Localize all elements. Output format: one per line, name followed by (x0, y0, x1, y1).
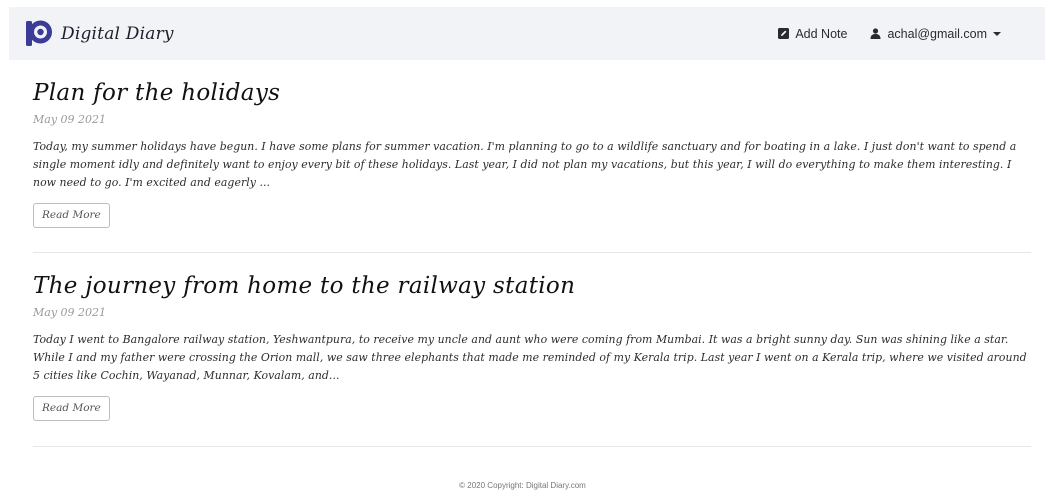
read-more-button[interactable]: Read More (33, 396, 110, 421)
user-icon (870, 28, 881, 39)
add-note-label: Add Note (795, 26, 848, 41)
nav-actions: Add Note achal@gmail.com (778, 7, 1001, 60)
user-email: achal@gmail.com (887, 26, 987, 41)
post-card: The journey from home to the railway sta… (33, 253, 1031, 447)
post-date: May 09 2021 (33, 306, 107, 319)
brand-link[interactable]: Digital Diary (25, 20, 174, 47)
post-excerpt: Today I went to Bangalore railway statio… (33, 333, 1027, 382)
footer: © 2020 Copyright: Digital Diary.com (0, 481, 1045, 490)
brand-logo-icon (26, 20, 52, 46)
caret-down-icon (993, 31, 1001, 36)
post-title[interactable]: Plan for the holidays (33, 78, 1031, 108)
posts-list: Plan for the holidays May 09 2021 Today,… (33, 60, 1031, 447)
top-navbar: Digital Diary Add Note achal@gmail.com (9, 7, 1045, 60)
post-card: Plan for the holidays May 09 2021 Today,… (33, 60, 1031, 253)
user-menu-dropdown[interactable]: achal@gmail.com (870, 27, 1001, 41)
post-excerpt: Today, my summer holidays have begun. I … (33, 140, 1017, 189)
footer-copyright: © 2020 Copyright: Digital Diary.com (459, 481, 586, 490)
pencil-square-icon (778, 28, 790, 39)
brand-name: Digital Diary (61, 23, 174, 44)
post-title[interactable]: The journey from home to the railway sta… (33, 271, 1031, 301)
post-date: May 09 2021 (33, 113, 107, 126)
add-note-link[interactable]: Add Note (778, 27, 847, 41)
read-more-button[interactable]: Read More (33, 203, 110, 228)
